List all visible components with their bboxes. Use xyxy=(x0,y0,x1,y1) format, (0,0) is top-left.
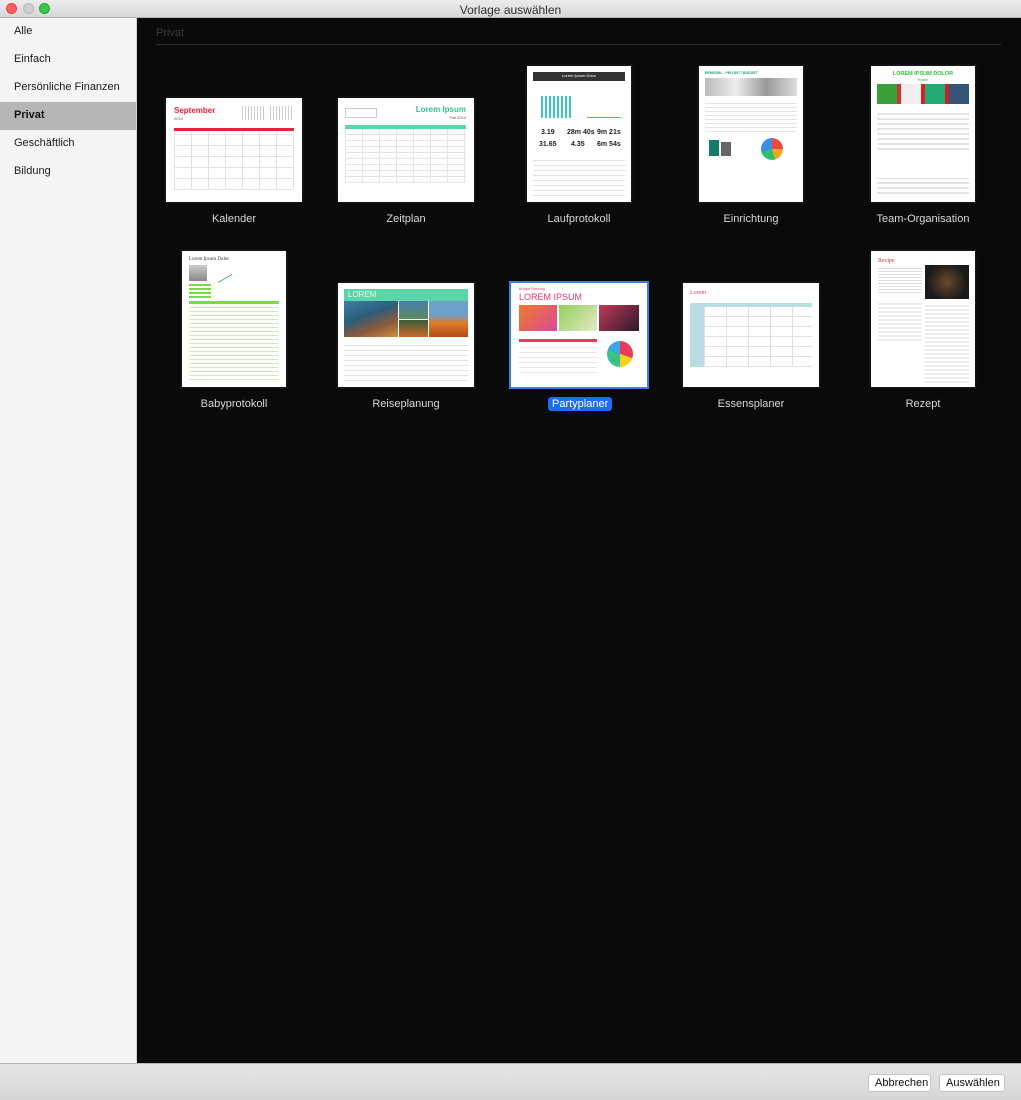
dialog-footer: Abbrechen Auswählen xyxy=(0,1063,1021,1100)
sidebar-item-einfach[interactable]: Einfach xyxy=(0,46,136,74)
template-label[interactable]: Babyprotokoll xyxy=(166,398,302,410)
section-title: Privat xyxy=(156,27,185,39)
thumb-title-text: September xyxy=(174,106,216,115)
template-label[interactable]: Laufprotokoll xyxy=(511,213,647,225)
template-thumbnail[interactable]: Lorem Ipsum Fall 2014 xyxy=(338,98,474,202)
stat-value: 3.19 xyxy=(541,129,555,136)
template-label[interactable]: Essensplaner xyxy=(683,398,819,410)
sidebar-item-geschaeftlich[interactable]: Geschäftlich xyxy=(0,130,136,158)
cancel-button[interactable]: Abbrechen xyxy=(868,1074,931,1092)
thumb-subtitle-text: Fall 2014 xyxy=(449,115,466,120)
stat-value: 9m 21s xyxy=(597,129,621,136)
template-thumbnail[interactable]: Lorem Ipsum Dolor xyxy=(182,251,286,387)
thumb-subtitle-text: Roster xyxy=(917,78,929,82)
template-label[interactable]: Rezept xyxy=(855,398,991,410)
title-bar: Vorlage auswählen xyxy=(0,0,1021,18)
template-thumbnail[interactable]: Lorem Ipsum Dolor 3.19 28m 40s 9m 21s 31… xyxy=(527,66,631,202)
template-gallery: Privat September 2014 Kalender Lorem Ips… xyxy=(137,18,1021,1063)
template-thumbnail[interactable]: REMODEL - PROJECT BUDGET xyxy=(699,66,803,202)
thumb-subtitle-text: Budget Planning xyxy=(519,287,545,291)
thumb-title-text: REMODEL - PROJECT BUDGET xyxy=(705,71,758,75)
template-label-selected[interactable]: Partyplaner xyxy=(548,397,613,411)
template-thumbnail[interactable]: Recipe xyxy=(871,251,975,387)
thumb-title-text: Lorem Ipsum Dolor xyxy=(561,73,596,78)
thumb-title-text: Lorem Ipsum Dolor xyxy=(189,257,229,262)
template-label[interactable]: Team-Organisation xyxy=(855,213,991,225)
template-thumbnail[interactable]: LOREM xyxy=(338,283,474,387)
thumb-subtitle-text: 2014 xyxy=(174,116,183,121)
template-label[interactable]: Zeitplan xyxy=(338,213,474,225)
stat-value: 6m 54s xyxy=(597,141,621,148)
template-thumbnail[interactable]: September 2014 xyxy=(166,98,302,202)
section-divider xyxy=(156,44,1001,45)
template-thumbnail-selected[interactable]: Budget Planning LOREM IPSUM xyxy=(509,281,649,389)
template-label[interactable]: Kalender xyxy=(166,213,302,225)
sidebar-item-bildung[interactable]: Bildung xyxy=(0,158,136,186)
stat-value: 31.65 xyxy=(539,141,557,148)
sidebar-item-alle[interactable]: Alle xyxy=(0,18,136,46)
thumb-title-text: LOREM IPSUM DOLOR xyxy=(892,71,954,77)
template-label[interactable]: Reiseplanung xyxy=(338,398,474,410)
template-thumbnail[interactable]: Lorem xyxy=(683,283,819,387)
thumb-title-text: LOREM IPSUM xyxy=(519,292,583,302)
choose-button[interactable]: Auswählen xyxy=(939,1074,1005,1092)
thumb-title-text: Lorem xyxy=(690,290,706,296)
template-thumbnail[interactable]: LOREM IPSUM DOLOR Roster xyxy=(871,66,975,202)
sidebar-item-persoenliche-finanzen[interactable]: Persönliche Finanzen xyxy=(0,74,136,102)
template-label[interactable]: Einrichtung xyxy=(683,213,819,225)
thumb-title-text: Lorem Ipsum xyxy=(415,105,466,114)
stat-value: 28m 40s xyxy=(567,129,595,136)
window-title: Vorlage auswählen xyxy=(459,3,562,17)
thumb-title-text: Recipe xyxy=(878,258,895,264)
stat-value: 4.35 xyxy=(571,141,585,148)
category-sidebar: Alle Einfach Persönliche Finanzen Privat… xyxy=(0,18,137,1063)
thumb-title-text: LOREM xyxy=(348,290,377,299)
sidebar-item-privat[interactable]: Privat xyxy=(0,102,136,130)
